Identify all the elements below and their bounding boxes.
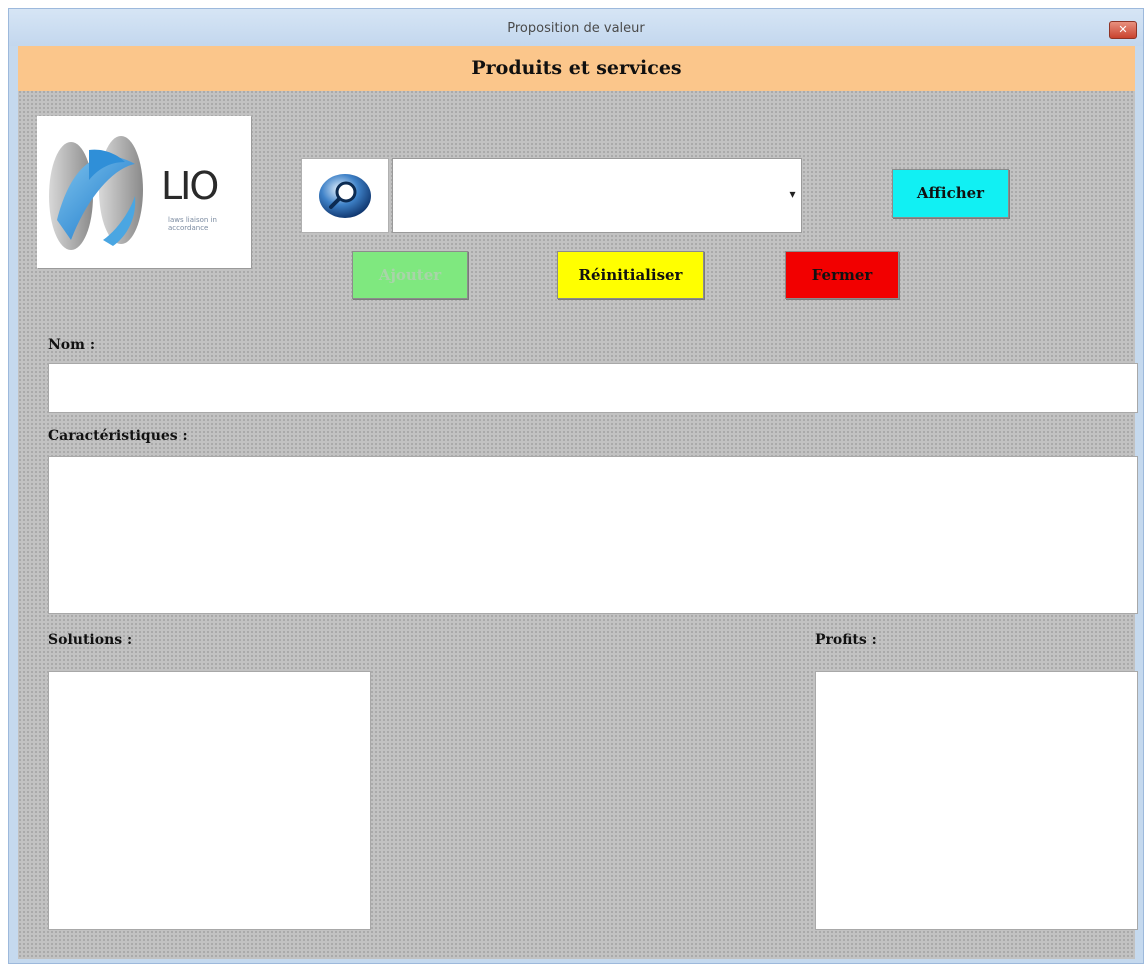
nom-field[interactable] bbox=[48, 363, 1138, 413]
nom-label: Nom : bbox=[48, 337, 95, 353]
solutions-field[interactable] bbox=[48, 671, 371, 930]
reinitialiser-button[interactable]: Réinitialiser bbox=[557, 251, 704, 299]
solutions-label: Solutions : bbox=[48, 632, 133, 648]
search-combobox[interactable]: ▾ bbox=[392, 158, 802, 233]
close-button[interactable]: ✕ bbox=[1109, 21, 1137, 39]
caracteristiques-field[interactable] bbox=[48, 456, 1138, 614]
ajouter-button[interactable]: Ajouter bbox=[352, 251, 468, 299]
profits-field[interactable] bbox=[815, 671, 1138, 930]
app-window: Proposition de valeur ✕ Produits et serv… bbox=[8, 8, 1144, 964]
page-title: Produits et services bbox=[18, 46, 1135, 91]
profits-label: Profits : bbox=[815, 632, 877, 648]
window-title: Proposition de valeur bbox=[507, 21, 645, 36]
lio-logo-icon bbox=[49, 136, 143, 250]
logo-brand-text: LIO bbox=[161, 164, 219, 208]
fermer-button[interactable]: Fermer bbox=[785, 251, 899, 299]
dropdown-arrow-icon[interactable]: ▾ bbox=[784, 159, 801, 232]
logo: LIO laws liaison in accordance bbox=[37, 116, 251, 268]
caracteristiques-label: Caractéristiques : bbox=[48, 428, 188, 444]
magnifier-icon bbox=[319, 174, 371, 218]
form-client-area: Produits et services LIO laws liaison in… bbox=[18, 46, 1138, 959]
logo-tagline: laws liaison in accordance bbox=[168, 216, 217, 232]
search-button[interactable] bbox=[301, 158, 389, 233]
afficher-button[interactable]: Afficher bbox=[892, 169, 1009, 218]
title-bar[interactable]: Proposition de valeur ✕ bbox=[9, 9, 1143, 46]
